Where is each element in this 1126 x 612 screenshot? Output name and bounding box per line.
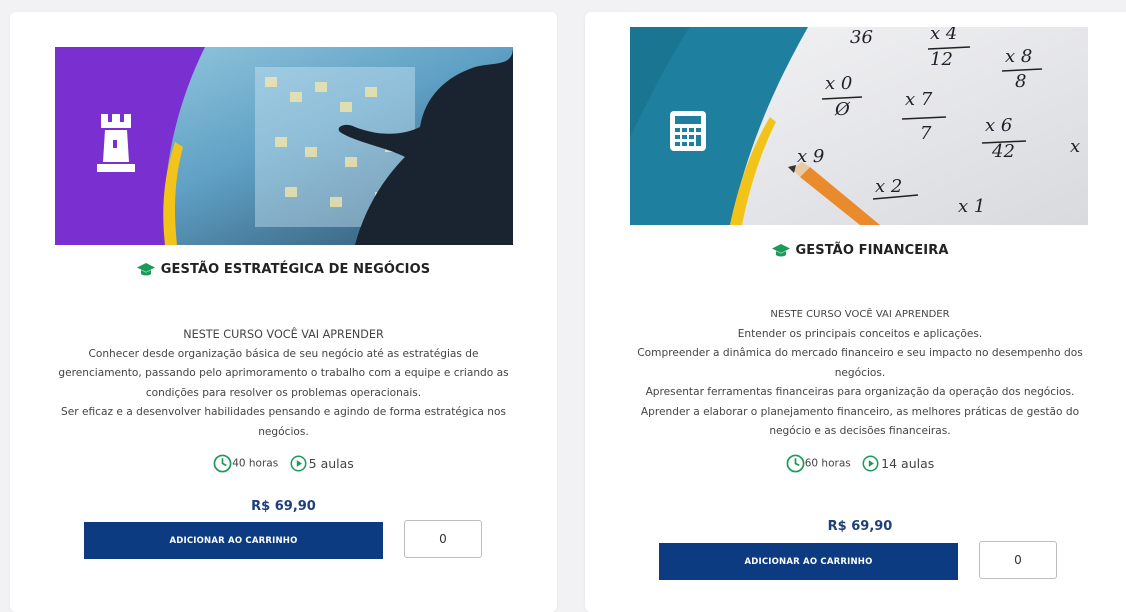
course-meta: 40 horas 5 aulas: [10, 454, 557, 473]
svg-text:7: 7: [920, 123, 932, 144]
svg-text:x 8: x 8: [1005, 46, 1032, 67]
play-circle-icon: [290, 455, 307, 472]
graduation-cap-icon: [771, 243, 790, 256]
course-title[interactable]: GESTÃO FINANCEIRA: [585, 243, 1126, 258]
svg-text:x 4: x 4: [930, 27, 957, 44]
course-hours: 60 horas: [804, 457, 851, 470]
svg-text:x 2: x 2: [875, 176, 902, 197]
description-line: Apresentar ferramentas financeiras para …: [645, 386, 1075, 398]
description-line: Ser eficaz e a desenvolver habilidades p…: [61, 406, 506, 418]
svg-text:x 1: x 1: [958, 196, 985, 217]
svg-text:42: 42: [991, 141, 1015, 162]
course-card-financial: 36 x 4 12 x 8 8 x 0 Ø x 7 7 x 6 42 x 9 x…: [585, 12, 1126, 612]
clock-icon: [786, 454, 805, 473]
description-line: condições para resolver os problemas ope…: [145, 386, 422, 399]
course-title[interactable]: GESTÃO ESTRATÉGICA DE NEGÓCIOS: [10, 262, 557, 277]
course-banner-image[interactable]: 36 x 4 12 x 8 8 x 0 Ø x 7 7 x 6 42 x 9 x…: [630, 27, 1088, 225]
course-price: R$ 69,90: [827, 519, 893, 534]
calculator-icon: [670, 111, 706, 151]
description-line: Compreender a dinâmica do mercado financ…: [637, 347, 1083, 359]
description-line: Entender os principais conceitos e aplic…: [737, 327, 983, 340]
course-lessons: 5 aulas: [308, 456, 354, 471]
play-circle-icon: [862, 455, 879, 472]
add-to-cart-button[interactable]: ADICIONAR AO CARRINHO: [659, 543, 958, 580]
course-card-strategic: GESTÃO ESTRATÉGICA DE NEGÓCIOS NESTE CUR…: [10, 12, 557, 612]
description-line: negócios.: [834, 366, 886, 379]
add-to-cart-button[interactable]: ADICIONAR AO CARRINHO: [84, 522, 383, 559]
quantity-input[interactable]: [979, 541, 1057, 579]
description-line: Aprender a elaborar o planejamento finan…: [640, 405, 1080, 418]
svg-text:36: 36: [850, 27, 873, 48]
svg-text:x 0: x 0: [825, 73, 852, 94]
description-line: negócio e as decisões financeiras.: [769, 425, 951, 437]
course-hours: 40 horas: [232, 457, 279, 470]
course-banner-image[interactable]: [55, 47, 513, 245]
svg-text:Ø: Ø: [834, 99, 851, 120]
description-line: gerenciamento, passando pelo aprimoramen…: [58, 367, 509, 379]
svg-text:x 6: x 6: [985, 115, 1012, 136]
description-heading: NESTE CURSO VOCÊ VAI APRENDER: [183, 328, 384, 341]
course-description: NESTE CURSO VOCÊ VAI APRENDER Entender o…: [585, 305, 1126, 442]
svg-text:12: 12: [930, 49, 953, 70]
graduation-cap-icon: [136, 262, 155, 275]
course-title-text: GESTÃO FINANCEIRA: [795, 243, 949, 258]
course-title-text: GESTÃO ESTRATÉGICA DE NEGÓCIOS: [160, 262, 431, 277]
svg-text:x 7: x 7: [905, 89, 933, 110]
course-lessons: 14 aulas: [881, 456, 935, 471]
clock-icon: [213, 454, 232, 473]
description-line: negócios.: [258, 425, 309, 438]
chess-rook-icon: [97, 114, 135, 172]
course-price: R$ 69,90: [251, 499, 316, 514]
course-description: NESTE CURSO VOCÊ VAI APRENDER Conhecer d…: [10, 325, 557, 442]
svg-text:x: x: [1070, 136, 1080, 157]
course-meta: 60 horas 14 aulas: [585, 454, 1126, 473]
description-line: Conhecer desde organização básica de seu…: [88, 347, 479, 360]
quantity-input[interactable]: [404, 520, 482, 558]
svg-text:8: 8: [1015, 71, 1026, 92]
description-heading: NESTE CURSO VOCÊ VAI APRENDER: [770, 309, 950, 320]
